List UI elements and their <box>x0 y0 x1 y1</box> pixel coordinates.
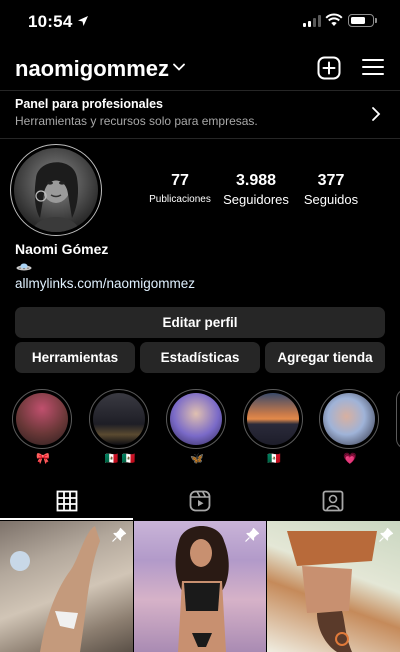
battery-icon <box>348 14 377 27</box>
avatar[interactable] <box>14 148 98 232</box>
highlight-cover <box>16 393 68 445</box>
post-thumbnail[interactable] <box>134 521 266 652</box>
grid-icon[interactable] <box>56 490 78 512</box>
highlight-cover <box>247 393 299 445</box>
pinned-icon <box>112 527 127 542</box>
profile-name: Naomi Gómez <box>15 241 109 257</box>
panel-title: Panel para profesionales <box>15 97 163 111</box>
create-post-icon[interactable] <box>317 56 341 80</box>
highlight-caption: 🎀 <box>36 453 50 465</box>
stat-label: Seguidores <box>223 192 289 207</box>
wifi-icon <box>325 13 343 26</box>
story-highlight[interactable]: 💗 <box>319 389 381 466</box>
highlight-ring <box>166 389 226 449</box>
hamburger-menu-icon[interactable] <box>362 58 384 76</box>
highlight-cover <box>323 393 375 445</box>
posts-count[interactable]: 77 Publicaciones <box>145 172 215 205</box>
stat-value: 3.988 <box>235 172 277 189</box>
statistics-button[interactable]: Estadísticas <box>140 342 260 373</box>
highlight-ring <box>243 389 303 449</box>
profile-header: naomigommez <box>0 50 400 88</box>
pinned-icon <box>245 527 260 542</box>
avatar-portrait <box>32 162 80 232</box>
highlight-ring <box>12 389 72 449</box>
highlight-cover <box>170 393 222 445</box>
reels-icon[interactable] <box>189 490 211 512</box>
highlight-ring <box>319 389 379 449</box>
bio-link[interactable]: allmylinks.com/naomigommez <box>15 276 195 291</box>
chevron-right-icon <box>372 107 381 121</box>
post-thumbnail[interactable] <box>0 521 133 652</box>
ufo-icon <box>16 263 32 271</box>
highlight-cover <box>93 393 145 445</box>
active-tab-indicator <box>0 518 133 520</box>
highlight-caption: 🇲🇽 🇲🇽 <box>104 453 136 465</box>
signal-icon <box>303 15 321 27</box>
stat-label: Seguidos <box>303 192 359 207</box>
profile-tabs <box>0 484 400 520</box>
location-arrow-icon <box>78 16 88 26</box>
story-highlight[interactable]: 🇲🇽 🇲🇽 <box>89 389 151 466</box>
panel-subtitle: Herramientas y recursos solo para empres… <box>15 114 258 128</box>
stat-value: 77 <box>171 172 189 189</box>
story-highlight[interactable]: 🇲🇽 <box>243 389 305 466</box>
story-highlight-partial[interactable] <box>396 389 400 449</box>
post-thumbnail[interactable] <box>267 521 400 652</box>
stat-value: 377 <box>317 172 345 189</box>
tools-button[interactable]: Herramientas <box>15 342 135 373</box>
professional-dashboard-panel[interactable]: Panel para profesionales Herramientas y … <box>0 90 400 138</box>
status-bar: 10:54 <box>0 0 400 44</box>
edit-profile-button[interactable]: Editar perfil <box>15 307 385 338</box>
highlight-caption: 💗 <box>343 453 357 465</box>
stat-label: Publicaciones <box>149 194 211 205</box>
followers-count[interactable]: 3.988 Seguidores <box>220 172 292 207</box>
story-highlight[interactable]: 🦋 <box>166 389 228 466</box>
divider <box>0 138 400 139</box>
highlight-ring <box>89 389 149 449</box>
add-shop-button[interactable]: Agregar tienda <box>265 342 385 373</box>
account-switcher[interactable]: naomigommez <box>15 56 169 82</box>
highlight-caption: 🦋 <box>190 453 204 465</box>
status-time: 10:54 <box>28 12 73 31</box>
chevron-down-icon[interactable] <box>173 63 185 71</box>
tagged-icon[interactable] <box>322 490 344 512</box>
story-highlight[interactable]: 🎀 <box>12 389 74 466</box>
pinned-icon <box>379 527 394 542</box>
highlight-caption: 🇲🇽 <box>267 453 281 465</box>
profile-stats: 77 Publicaciones 3.988 Seguidores 377 Se… <box>140 172 370 212</box>
following-count[interactable]: 377 Seguidos <box>298 172 364 207</box>
